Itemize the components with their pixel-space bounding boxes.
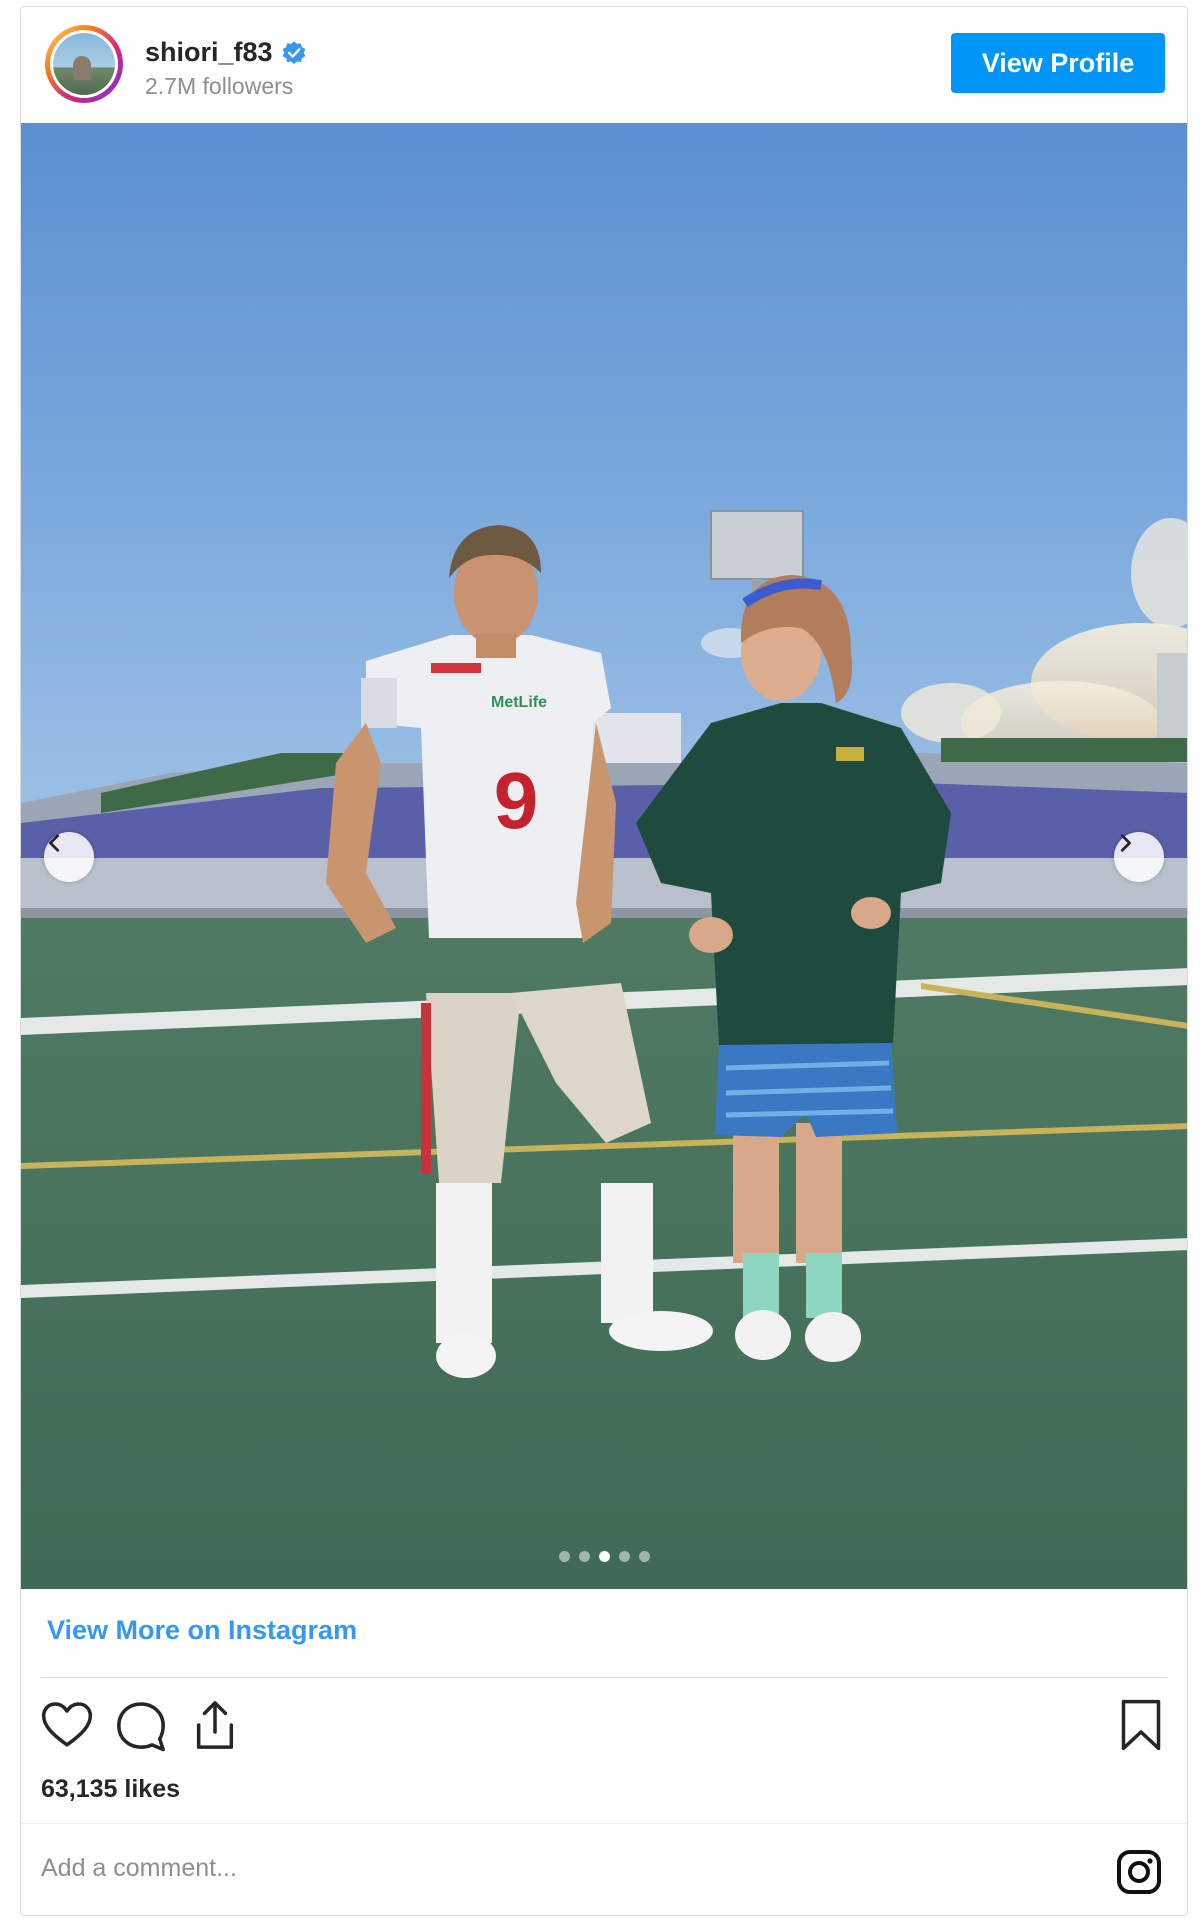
carousel-dot xyxy=(558,1551,570,1562)
comment-bar xyxy=(21,1823,1187,1915)
follower-count: 2.7M followers xyxy=(145,73,294,99)
divider xyxy=(41,1677,1167,1678)
username[interactable]: shiori_f83 xyxy=(145,37,273,68)
jersey-sponsor: MetLife xyxy=(491,694,547,711)
carousel-prev-button[interactable] xyxy=(44,832,94,882)
avatar[interactable] xyxy=(45,25,123,103)
chevron-left-icon xyxy=(49,834,60,852)
carousel-next-button[interactable] xyxy=(1114,832,1164,882)
avatar-inner xyxy=(50,30,118,98)
carousel-dot xyxy=(618,1551,630,1562)
bookmark-icon[interactable] xyxy=(1113,1697,1169,1753)
carousel-indicator xyxy=(21,1551,1187,1562)
like-count: 63,135 likes xyxy=(41,1775,181,1803)
avatar-figure xyxy=(73,56,91,80)
chevron-right-icon xyxy=(1120,834,1131,852)
instagram-embed-card: shiori_f83 2.7M followers View Profile 9… xyxy=(20,6,1188,1916)
carousel-dot xyxy=(598,1551,610,1562)
carousel-dot xyxy=(578,1551,590,1562)
jersey-number: 9 xyxy=(494,756,539,845)
carousel-dot xyxy=(638,1551,650,1562)
heart-icon[interactable] xyxy=(39,1697,95,1753)
photo-scene: 9 MetLife xyxy=(21,510,1187,1589)
verified-badge-icon xyxy=(282,40,305,64)
username-row: shiori_f83 xyxy=(145,37,307,68)
view-more-link[interactable]: View More on Instagram xyxy=(47,1615,357,1646)
comment-input[interactable] xyxy=(41,1854,921,1883)
comment-icon[interactable] xyxy=(113,1697,169,1753)
instagram-icon[interactable] xyxy=(1115,1848,1163,1896)
action-bar xyxy=(21,1697,1187,1757)
share-icon[interactable] xyxy=(187,1697,243,1753)
view-profile-button[interactable]: View Profile xyxy=(951,33,1165,93)
post-photo[interactable]: 9 MetLife xyxy=(21,123,1187,1589)
post-header: shiori_f83 2.7M followers View Profile xyxy=(21,7,1187,123)
